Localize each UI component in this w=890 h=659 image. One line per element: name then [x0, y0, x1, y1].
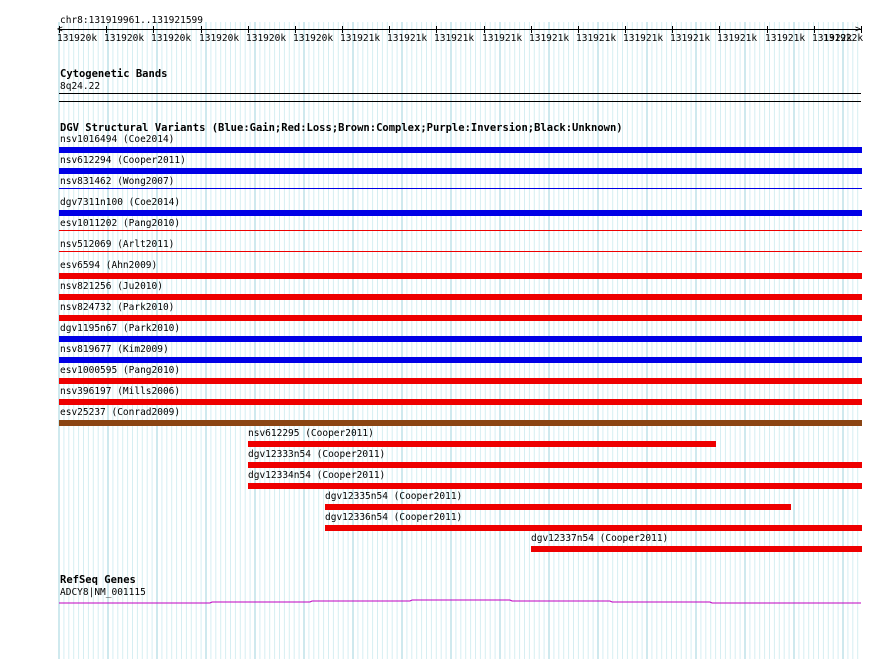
ruler-tick	[295, 26, 296, 33]
dgv-feature-label[interactable]: nsv1016494 (Coe2014)	[60, 134, 174, 145]
dgv-track-title[interactable]: DGV Structural Variants (Blue:Gain;Red:L…	[60, 122, 623, 134]
ruler-tick-label: 131921k	[765, 33, 806, 44]
ruler-tick	[389, 26, 390, 33]
dgv-feature-label[interactable]: dgv12335n54 (Cooper2011)	[325, 491, 462, 502]
ruler-tick-label: 131921k	[717, 33, 758, 44]
ruler-tick	[153, 26, 154, 33]
ruler-tick-label: 131921k	[340, 33, 381, 44]
dgv-feature-bar[interactable]	[59, 315, 862, 321]
location-label: chr8:131919961..131921599	[60, 15, 203, 26]
ruler-tick-label: 131921k	[434, 33, 475, 44]
cyto-track-title[interactable]: Cytogenetic Bands	[60, 68, 167, 80]
dgv-feature-bar[interactable]	[248, 483, 862, 489]
ruler-tick	[531, 26, 532, 33]
ruler-tick-label: 131920k	[57, 33, 98, 44]
dgv-feature-bar[interactable]	[248, 441, 716, 447]
ruler-tick	[484, 26, 485, 33]
ruler-tick	[719, 26, 720, 33]
dgv-feature-bar[interactable]	[59, 294, 862, 300]
ruler-tick-label: 131921k	[670, 33, 711, 44]
dgv-feature-bar[interactable]	[59, 336, 862, 342]
dgv-feature-label[interactable]: nsv512069 (Arlt2011)	[60, 239, 174, 250]
ruler-tick-label: 131921k	[529, 33, 570, 44]
ruler-tick	[767, 26, 768, 33]
dgv-feature-label[interactable]: dgv12337n54 (Cooper2011)	[531, 533, 668, 544]
dgv-feature-label[interactable]: nsv819677 (Kim2009)	[60, 344, 169, 355]
dgv-feature-label[interactable]: esv25237 (Conrad2009)	[60, 407, 180, 418]
ruler-tick	[625, 26, 626, 33]
dgv-feature-bar[interactable]	[59, 147, 862, 153]
dgv-feature-label[interactable]: dgv12336n54 (Cooper2011)	[325, 512, 462, 523]
dgv-feature-label[interactable]: nsv396197 (Mills2006)	[60, 386, 180, 397]
ruler-tick	[578, 26, 579, 33]
ruler-tick-label: 131921k	[387, 33, 428, 44]
ruler-tick	[861, 26, 862, 33]
ruler-tick	[672, 26, 673, 33]
ruler-tick-label: 131922k	[823, 33, 864, 44]
ruler-tick	[201, 26, 202, 33]
ruler-tick-label: 131921k	[623, 33, 664, 44]
dgv-feature-label[interactable]: esv6594 (Ahn2009)	[60, 260, 157, 271]
dgv-feature-label[interactable]: nsv612295 (Cooper2011)	[248, 428, 374, 439]
ruler-tick-label: 131920k	[246, 33, 287, 44]
track-divider	[59, 101, 861, 102]
cyto-band-label: 8q24.22	[60, 81, 101, 92]
ruler-tick-label: 131921k	[576, 33, 617, 44]
ruler-tick	[106, 26, 107, 33]
dgv-feature-label[interactable]: nsv824732 (Park2010)	[60, 302, 174, 313]
dgv-feature-bar[interactable]	[59, 210, 862, 216]
dgv-feature-label[interactable]: nsv821256 (Ju2010)	[60, 281, 163, 292]
dgv-feature-bar[interactable]	[59, 188, 862, 189]
dgv-feature-bar[interactable]	[325, 525, 862, 531]
ruler-tick	[59, 26, 60, 33]
dgv-feature-bar[interactable]	[59, 251, 862, 252]
ruler-tick-label: 131920k	[293, 33, 334, 44]
dgv-feature-label[interactable]: dgv7311n100 (Coe2014)	[60, 197, 180, 208]
refseq-gene-label[interactable]: ADCY8|NM_001115	[60, 587, 146, 598]
dgv-feature-bar[interactable]	[59, 273, 862, 279]
dgv-feature-label[interactable]: esv1011202 (Pang2010)	[60, 218, 180, 229]
dgv-feature-bar[interactable]	[59, 399, 862, 405]
dgv-feature-bar[interactable]	[325, 504, 791, 510]
ruler-tick-label: 131921k	[482, 33, 523, 44]
dgv-feature-bar[interactable]	[59, 357, 862, 363]
ruler-tick	[342, 26, 343, 33]
dgv-feature-label[interactable]: dgv12334n54 (Cooper2011)	[248, 470, 385, 481]
ruler-axis[interactable]	[59, 29, 861, 30]
dgv-feature-bar[interactable]	[59, 378, 862, 384]
ruler-tick-label: 131920k	[199, 33, 240, 44]
dgv-feature-bar[interactable]	[59, 168, 862, 174]
cyto-band-line[interactable]	[59, 93, 861, 94]
ruler-tick	[814, 26, 815, 33]
dgv-feature-bar[interactable]	[59, 420, 862, 426]
dgv-feature-label[interactable]: dgv1195n67 (Park2010)	[60, 323, 180, 334]
dgv-feature-label[interactable]: esv1000595 (Pang2010)	[60, 365, 180, 376]
dgv-feature-label[interactable]: dgv12333n54 (Cooper2011)	[248, 449, 385, 460]
ruler-tick	[436, 26, 437, 33]
dgv-feature-label[interactable]: nsv831462 (Wong2007)	[60, 176, 174, 187]
dgv-feature-bar[interactable]	[531, 546, 862, 552]
dgv-feature-bar[interactable]	[248, 462, 862, 468]
ruler-tick	[248, 26, 249, 33]
refseq-track-title[interactable]: RefSeq Genes	[60, 574, 136, 586]
dgv-feature-bar[interactable]	[59, 230, 862, 231]
ruler-tick-label: 131920k	[104, 33, 145, 44]
dgv-feature-label[interactable]: nsv612294 (Cooper2011)	[60, 155, 186, 166]
ruler-tick-label: 131920k	[151, 33, 192, 44]
